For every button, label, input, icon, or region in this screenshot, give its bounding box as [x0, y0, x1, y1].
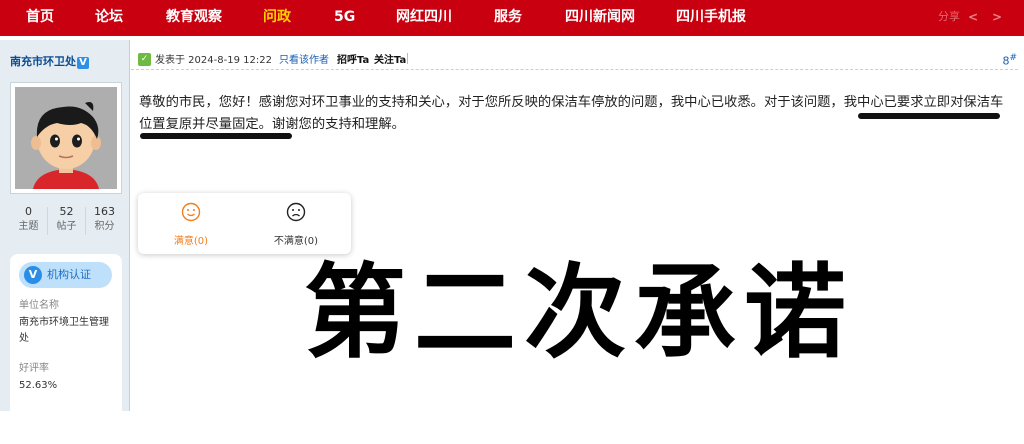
nav-item-education[interactable]: 教育观察 [166, 0, 222, 36]
overlay-caption: 第二次承诺 [304, 254, 854, 373]
stat-topics-value: 0 [25, 205, 32, 218]
prev-arrow-icon[interactable]: < [968, 0, 978, 36]
nav-item-mobile-paper[interactable]: 四川手机报 [676, 0, 746, 36]
share-link[interactable]: 分享 [938, 0, 960, 36]
post-meta-bar: ✓ 发表于 2024-8-19 12:22 只看该作者 招呼Ta 关注Ta 8# [131, 48, 1018, 70]
stat-points[interactable]: 163 积分 [86, 205, 123, 235]
greet-link[interactable]: 招呼Ta [337, 51, 369, 66]
floor-number[interactable]: 8# [1002, 53, 1017, 68]
nav-item-forum[interactable]: 论坛 [95, 0, 123, 36]
unit-name-value: 南充市环境卫生管理处 [19, 317, 109, 344]
nav-item-wenzheng[interactable]: 问政 [263, 0, 291, 36]
avatar-cartoon-image [15, 87, 117, 189]
stat-posts[interactable]: 52 帖子 [48, 205, 85, 235]
nav-item-service[interactable]: 服务 [494, 0, 522, 36]
nav-item-home[interactable]: 首页 [26, 0, 54, 36]
satisfied-label: 满意(0) [173, 236, 209, 247]
avatar[interactable] [10, 82, 122, 194]
nav-item-5g[interactable]: 5G [334, 0, 355, 36]
rating-value: 52.63% [19, 380, 58, 391]
floor-mark: # [1009, 53, 1017, 63]
handdrawn-underline [140, 133, 292, 139]
cert-badge-label: 机构认证 [47, 268, 91, 281]
verified-v-icon: V [24, 266, 42, 284]
online-status-icon: ✓ [138, 53, 151, 66]
nav-item-sichuan-news[interactable]: 四川新闻网 [565, 0, 635, 36]
post-timestamp: 发表于 2024-8-19 12:22 [155, 55, 272, 66]
satisfied-button[interactable]: 满意(0) [141, 193, 241, 254]
stat-posts-label: 帖子 [56, 221, 77, 232]
stat-posts-value: 52 [59, 205, 74, 218]
verified-icon: V [77, 57, 89, 69]
handdrawn-underline [858, 113, 1000, 119]
nav-item-wanghong[interactable]: 网红四川 [396, 0, 452, 36]
next-arrow-icon[interactable]: > [992, 0, 1002, 36]
smile-icon [181, 202, 201, 222]
unit-name-label: 单位名称 [19, 300, 59, 311]
author-stats: 0 主题 52 帖子 163 积分 [10, 205, 122, 239]
frown-icon [286, 202, 306, 222]
only-author-link[interactable]: 只看该作者 [279, 51, 329, 66]
meta-divider [407, 53, 408, 64]
rating-label: 好评率 [19, 363, 49, 374]
author-sidebar: 南充市环卫处 V 0 主题 52 帖子 163 积分 V 机构认证 单位名称 南… [0, 40, 130, 444]
stat-topics-label: 主题 [18, 221, 39, 232]
org-certification-badge[interactable]: V 机构认证 [19, 262, 112, 288]
stat-topics[interactable]: 0 主题 [10, 205, 47, 235]
author-name-row: 南充市环卫处 V [10, 53, 89, 69]
top-nav-bar: 首页 论坛 教育观察 问政 5G 网红四川 服务 四川新闻网 四川手机报 分享 … [0, 0, 1024, 36]
author-name[interactable]: 南充市环卫处 [10, 55, 76, 68]
stat-points-label: 积分 [94, 221, 115, 232]
certification-card: V 机构认证 单位名称 南充市环境卫生管理处 好评率 52.63% [10, 254, 122, 444]
stat-points-value: 163 [94, 205, 115, 218]
follow-link[interactable]: 关注Ta [374, 51, 406, 66]
